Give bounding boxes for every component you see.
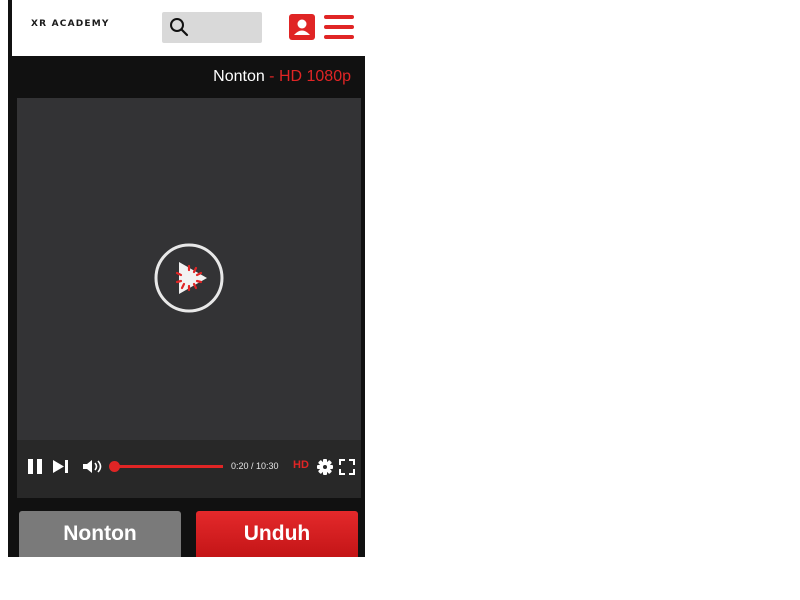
video-title-quality: - HD 1080p — [264, 68, 351, 85]
top-header: XR ACADEMY — [12, 0, 365, 56]
menu-icon[interactable] — [323, 14, 355, 40]
hd-badge[interactable]: HD — [293, 459, 309, 471]
next-icon[interactable] — [52, 459, 70, 474]
search-box[interactable] — [162, 12, 262, 43]
progress-handle[interactable] — [109, 461, 120, 472]
pause-icon[interactable] — [27, 458, 43, 475]
video-title: Nonton - HD 1080p — [213, 68, 351, 86]
search-input[interactable] — [192, 17, 260, 39]
time-display: 0:20 / 10:30 — [231, 461, 279, 471]
site-logo[interactable]: XR ACADEMY — [31, 19, 110, 29]
app-frame: XR ACADEMY Nonton - HD 1080p 0:20 / 10:3… — [8, 0, 365, 557]
watch-button[interactable]: Nonton — [19, 511, 181, 557]
download-button[interactable]: Unduh — [196, 511, 358, 557]
search-icon[interactable] — [169, 17, 189, 37]
profile-icon[interactable] — [289, 14, 315, 40]
video-title-main: Nonton — [213, 68, 265, 85]
player-controls: 0:20 / 10:30 HD — [17, 440, 361, 498]
volume-icon[interactable] — [82, 459, 104, 474]
progress-bar[interactable] — [115, 465, 223, 468]
settings-icon[interactable] — [317, 459, 333, 475]
play-icon[interactable] — [153, 242, 225, 314]
fullscreen-icon[interactable] — [339, 459, 355, 475]
video-player[interactable]: 0:20 / 10:30 HD — [17, 98, 361, 498]
